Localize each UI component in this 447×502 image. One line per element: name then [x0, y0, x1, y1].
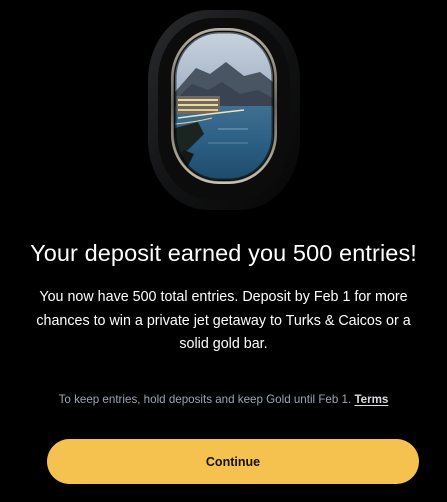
disclaimer: To keep entries, hold deposits and keep … — [0, 391, 447, 409]
disclaimer-text: To keep entries, hold deposits and keep … — [58, 393, 355, 406]
headline: Your deposit earned you 500 entries! — [30, 240, 417, 266]
terms-link[interactable]: Terms — [354, 393, 388, 406]
body-text: You now have 500 total entries. Deposit … — [36, 289, 411, 352]
continue-button[interactable]: Continue — [47, 439, 419, 484]
sweepstakes-modal: Your deposit earned you 500 entries! You… — [0, 0, 447, 502]
airplane-window-illustration — [148, 10, 300, 210]
